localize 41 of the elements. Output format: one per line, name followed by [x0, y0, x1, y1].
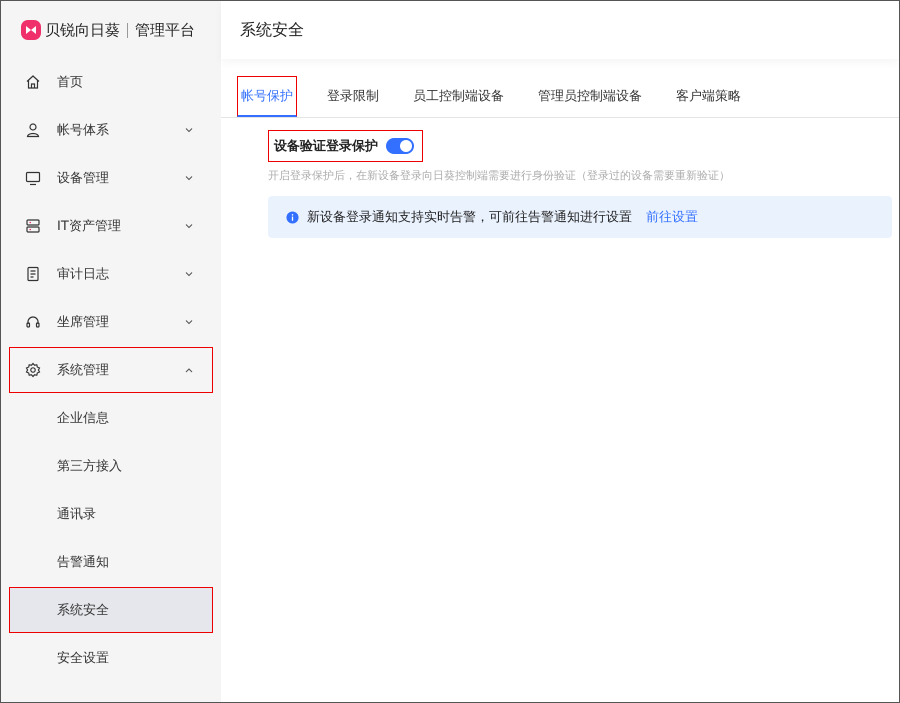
settings-link[interactable]: 前往设置 [646, 208, 698, 226]
sidebar-subitem[interactable]: 系统安全 [9, 587, 213, 633]
sidebar-item[interactable]: 系统管理 [9, 347, 213, 393]
chevron-icon [184, 271, 194, 277]
tab[interactable]: 管理员控制端设备 [534, 76, 646, 117]
product-name: 管理平台 [135, 20, 195, 40]
user-icon [25, 122, 41, 138]
home-icon [25, 74, 41, 90]
sidebar-subitem[interactable]: 通讯录 [9, 491, 213, 537]
tab[interactable]: 登录限制 [323, 76, 383, 117]
sidebar-item[interactable]: IT资产管理 [9, 203, 213, 249]
brand-name: 贝锐向日葵 [45, 20, 120, 40]
tab[interactable]: 客户端策略 [672, 76, 745, 117]
sidebar-item[interactable]: 帐号体系 [9, 107, 213, 153]
sidebar-subitem[interactable]: 告警通知 [9, 539, 213, 585]
page-title: 系统安全 [240, 20, 304, 40]
sidebar-item[interactable]: 审计日志 [9, 251, 213, 297]
sidebar-subitem[interactable]: 第三方接入 [9, 443, 213, 489]
sidebar-subitem[interactable]: 安全设置 [9, 635, 213, 681]
toggle-switch[interactable] [386, 138, 414, 154]
document-icon [25, 266, 41, 282]
info-icon [286, 210, 299, 224]
sidebar-item[interactable]: 首页 [9, 59, 213, 105]
chevron-icon [184, 127, 194, 133]
setting-label: 设备验证登录保护 [274, 138, 378, 155]
sidebar-item[interactable]: 设备管理 [9, 155, 213, 201]
settings-icon [25, 362, 41, 378]
chevron-icon [184, 223, 194, 229]
headset-icon [25, 314, 41, 330]
chevron-icon [184, 319, 194, 325]
setting-description: 开启登录保护后，在新设备登录向日葵控制端需要进行身份验证（登录过的设备需要重新验证） [268, 168, 731, 183]
chevron-icon [184, 367, 194, 373]
tab[interactable]: 员工控制端设备 [409, 76, 508, 117]
tab[interactable]: 帐号保护 [237, 76, 297, 117]
logo-icon [21, 20, 41, 40]
chevron-icon [184, 175, 194, 181]
sidebar-item[interactable]: 坐席管理 [9, 299, 213, 345]
notice-text: 新设备登录通知支持实时告警，可前往告警通知进行设置 [307, 209, 632, 226]
monitor-icon [25, 170, 41, 186]
server-icon [25, 218, 41, 234]
sidebar-subitem[interactable]: 企业信息 [9, 395, 213, 441]
